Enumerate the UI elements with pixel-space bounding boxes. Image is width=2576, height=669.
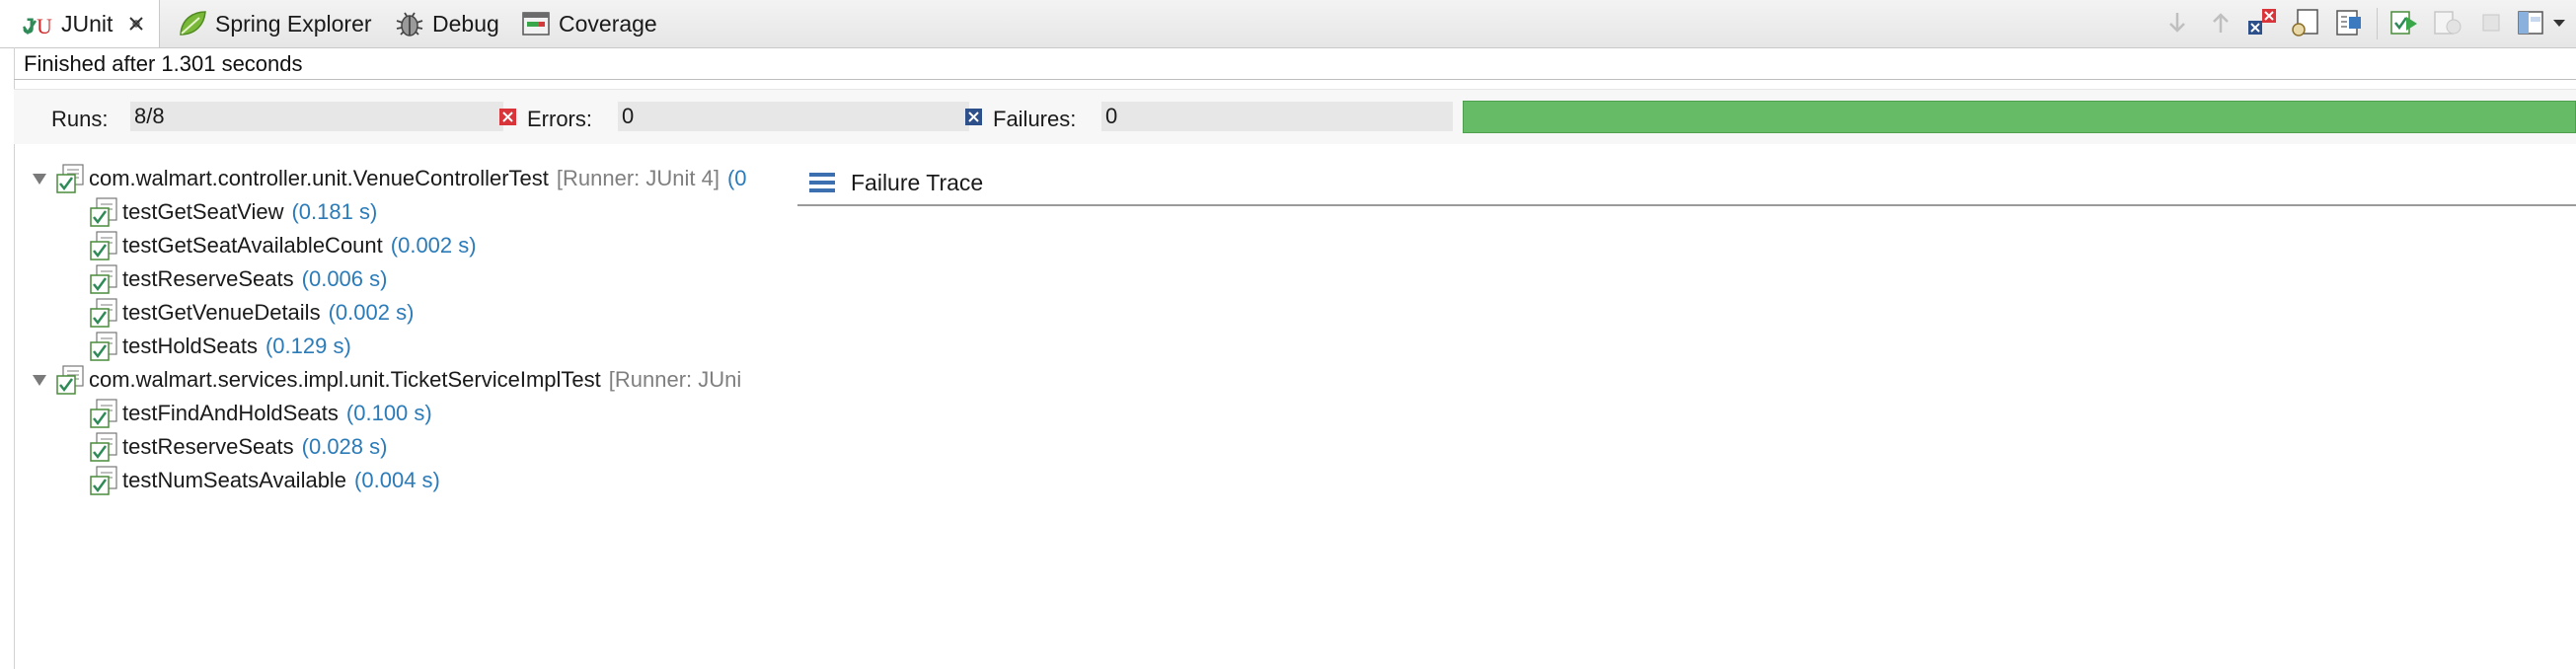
- test-case-row[interactable]: testGetVenueDetails (0.002 s): [89, 296, 414, 330]
- tab-label: Spring Explorer: [215, 10, 372, 37]
- expand-toggle-icon[interactable]: [30, 370, 49, 390]
- test-pass-icon: [89, 196, 120, 228]
- bug-icon: [393, 7, 426, 40]
- stop-icon[interactable]: [2473, 5, 2509, 40]
- suite-name: com.walmart.controller.unit.VenueControl…: [89, 166, 549, 190]
- test-name: testGetSeatAvailableCount: [122, 233, 383, 258]
- close-icon[interactable]: [124, 12, 148, 36]
- tab-debug[interactable]: Debug: [393, 0, 499, 47]
- view-tab-bar: J U JUnit Spring Explorer Debug Coverage: [0, 0, 2576, 48]
- toolbar-divider: [2377, 8, 2378, 39]
- test-name: testFindAndHoldSeats: [122, 401, 339, 425]
- test-duration: (0.002 s): [390, 233, 477, 258]
- failure-trace-header: Failure Trace: [797, 161, 2576, 206]
- tab-spring-explorer[interactable]: Spring Explorer: [176, 0, 372, 47]
- counter-panel: Runs: 8/8 Errors: 0 Failures: 0: [14, 89, 2576, 144]
- test-case-row[interactable]: testHoldSeats (0.129 s): [89, 330, 351, 363]
- svg-text:U: U: [37, 14, 52, 38]
- expand-toggle-icon[interactable]: [30, 169, 49, 188]
- test-case-row[interactable]: testGetSeatView (0.181 s): [89, 195, 377, 229]
- failures-value: 0: [1101, 102, 1453, 131]
- runs-value: 8/8: [130, 102, 503, 131]
- test-name: testGetSeatView: [122, 199, 284, 224]
- test-suite-icon: [55, 364, 87, 396]
- test-name: testHoldSeats: [122, 334, 258, 358]
- rerun-icon[interactable]: [2387, 5, 2422, 40]
- test-case-row[interactable]: testGetSeatAvailableCount (0.002 s): [89, 229, 477, 262]
- test-duration: (0.004 s): [354, 468, 440, 492]
- view-menu-icon[interactable]: [2546, 5, 2572, 40]
- test-suite-icon: [55, 163, 87, 194]
- stack-trace-icon: [807, 168, 837, 197]
- test-case-row[interactable]: testReserveSeats (0.006 s): [89, 262, 387, 296]
- divider: [14, 79, 2576, 80]
- suite-runner: [Runner: JUni: [608, 367, 742, 392]
- test-duration: (0.100 s): [345, 401, 432, 425]
- spring-leaf-icon: [176, 7, 209, 40]
- test-pass-icon: [89, 331, 120, 362]
- next-failure-icon[interactable]: [2159, 5, 2195, 40]
- test-case-row[interactable]: testReserveSeats (0.028 s): [89, 430, 387, 464]
- scroll-lock-icon[interactable]: [2288, 5, 2323, 40]
- test-pass-icon: [89, 431, 120, 463]
- suite-name: com.walmart.services.impl.unit.TicketSer…: [89, 367, 601, 392]
- error-icon: [499, 109, 516, 125]
- test-duration: (0.028 s): [301, 434, 388, 459]
- test-suite-row[interactable]: com.walmart.services.impl.unit.TicketSer…: [30, 363, 741, 397]
- test-tree[interactable]: com.walmart.controller.unit.VenueControl…: [24, 162, 794, 497]
- run-status: Finished after 1.301 seconds: [24, 51, 303, 76]
- test-case-row[interactable]: testNumSeatsAvailable (0.004 s): [89, 464, 440, 497]
- test-pass-icon: [89, 465, 120, 496]
- failures-label: Failures:: [993, 107, 1077, 131]
- test-pass-icon: [89, 297, 120, 329]
- runs-label: Runs:: [51, 107, 109, 131]
- previous-failure-icon[interactable]: [2203, 5, 2238, 40]
- failure-trace-title: Failure Trace: [851, 169, 984, 195]
- history-icon[interactable]: [2331, 5, 2367, 40]
- tab-label: Debug: [432, 10, 499, 37]
- test-duration: (0.181 s): [291, 199, 378, 224]
- progress-bar: [1463, 101, 2576, 133]
- junit-icon: J U: [22, 7, 55, 40]
- test-name: testReserveSeats: [122, 266, 294, 291]
- coverage-icon: [519, 7, 553, 40]
- errors-label: Errors:: [527, 107, 592, 131]
- tab-label: Coverage: [559, 10, 657, 37]
- test-duration: (0.006 s): [301, 266, 388, 291]
- suite-runner: [Runner: JUnit 4]: [556, 166, 720, 190]
- rerun-failed-first-icon[interactable]: [2430, 5, 2465, 40]
- test-name: testGetVenueDetails: [122, 300, 321, 325]
- suite-time: (0: [726, 166, 747, 190]
- test-name: testNumSeatsAvailable: [122, 468, 347, 492]
- layout-icon[interactable]: [2513, 5, 2548, 40]
- tab-label: JUnit: [61, 10, 114, 37]
- errors-value: 0: [618, 102, 969, 131]
- test-case-row[interactable]: testFindAndHoldSeats (0.100 s): [89, 397, 432, 430]
- tab-coverage[interactable]: Coverage: [519, 0, 657, 47]
- test-duration: (0.002 s): [328, 300, 415, 325]
- tab-junit[interactable]: J U JUnit: [0, 0, 160, 47]
- test-pass-icon: [89, 230, 120, 261]
- failure-icon: [965, 109, 982, 125]
- test-suite-row[interactable]: com.walmart.controller.unit.VenueControl…: [30, 162, 747, 195]
- show-failures-only-icon[interactable]: [2244, 5, 2280, 40]
- test-pass-icon: [89, 263, 120, 295]
- test-name: testReserveSeats: [122, 434, 294, 459]
- test-pass-icon: [89, 398, 120, 429]
- test-duration: (0.129 s): [265, 334, 351, 358]
